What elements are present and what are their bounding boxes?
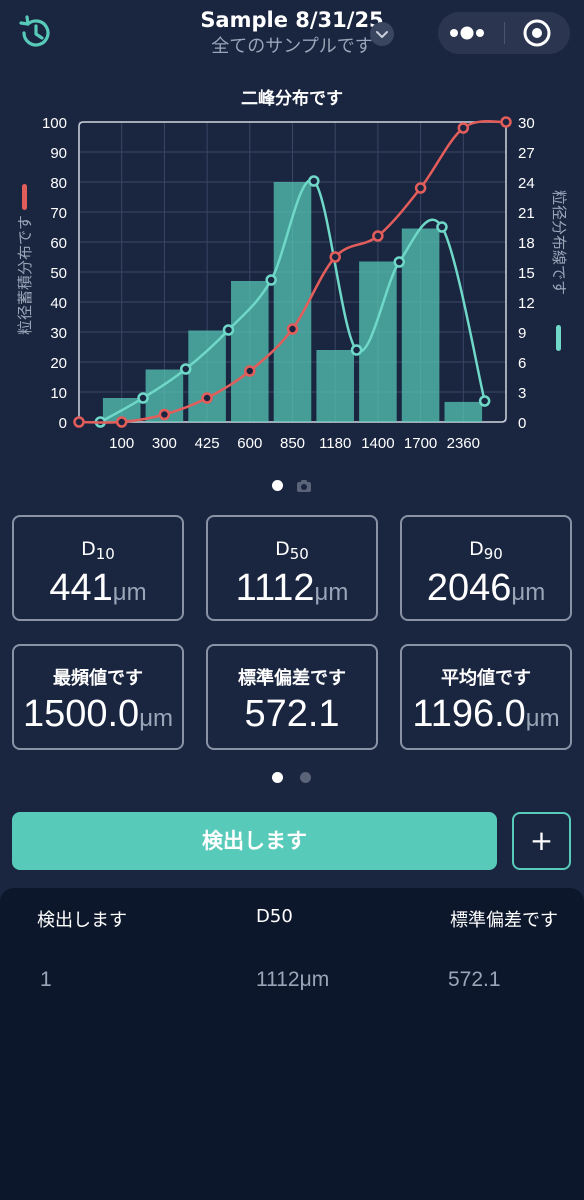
distribution-point — [137, 392, 149, 404]
table-cell-index: 1 — [40, 968, 52, 991]
std-card: 標準偏差です 572.1 — [206, 644, 378, 750]
header: Sample 8/31/25 全てのサンプルです — [0, 0, 584, 70]
left-axis-label: 粒径蓄積分布です — [16, 215, 34, 335]
left-tick-label: 20 — [50, 355, 67, 372]
left-tick-label: 60 — [50, 235, 67, 252]
target-icon[interactable] — [504, 12, 570, 54]
left-tick-label: 30 — [50, 325, 67, 342]
x-tick-label: 100 — [109, 435, 134, 452]
mode-value: 1500.0μm — [22, 693, 174, 735]
cumulative-point — [158, 408, 171, 421]
right-tick-label: 0 — [518, 415, 526, 432]
right-tick-label: 30 — [518, 115, 535, 132]
bar — [231, 281, 269, 422]
d10-value: 441μm — [49, 567, 147, 609]
distribution-point — [308, 175, 320, 187]
distribution-point — [478, 395, 491, 407]
right-tick-label: 6 — [518, 355, 526, 372]
mean-card: 平均値です 1196.0μm — [400, 644, 572, 750]
right-tick-label: 9 — [518, 325, 526, 342]
camera-icon[interactable] — [296, 478, 312, 497]
left-tick-label: 0 — [59, 415, 67, 432]
x-tick-label: 2360 — [447, 435, 480, 452]
distribution-point — [180, 363, 192, 375]
distribution-chart: 0 10 20 30 40 50 60 70 80 90 100 0 3 6 9 12 15 18 21 24 27 30… — [16, 115, 568, 452]
right-legend-marker — [556, 325, 561, 351]
bar — [401, 228, 440, 422]
cumulative-point — [457, 122, 470, 134]
d90-card: D90 2046μm — [400, 515, 572, 621]
d50-card: D50 1112μm — [206, 515, 378, 621]
mode-label: 最頻値です — [53, 668, 143, 689]
pager-dot-active[interactable] — [272, 480, 283, 491]
left-legend-marker — [22, 184, 27, 210]
x-tick-label: 1700 — [404, 435, 437, 452]
std-label: 標準偏差です — [238, 668, 346, 689]
mean-label: 平均値です — [441, 668, 531, 689]
results-panel: 検出します D50 標準偏差です 1 1112μm 572.1 — [0, 888, 584, 1200]
x-tick-label: 300 — [152, 435, 177, 452]
mini-program-capsule — [438, 12, 570, 54]
stats-pager-dot-active[interactable] — [272, 772, 283, 783]
cumulative-point — [500, 116, 512, 128]
d90-value: 2046μm — [426, 567, 546, 609]
d10-card: D10 441μm — [12, 515, 184, 621]
right-tick-label: 27 — [518, 145, 535, 162]
mean-value: 1196.0μm — [412, 693, 560, 735]
x-tick-label: 850 — [280, 435, 305, 452]
d50-label: D50 — [275, 538, 309, 563]
left-tick-label: 70 — [50, 205, 67, 222]
right-tick-label: 21 — [518, 205, 535, 222]
cumulative-point — [329, 251, 341, 263]
detect-button[interactable]: 検出します — [12, 812, 497, 870]
d10-label: D10 — [81, 538, 115, 563]
bar — [444, 401, 483, 422]
cumulative-point — [286, 323, 299, 335]
cumulative-point — [73, 416, 85, 428]
more-icon[interactable] — [438, 12, 504, 54]
table-header-std: 標準偏差です — [450, 910, 558, 931]
table-header-d50: D50 — [256, 906, 293, 927]
chevron-down-icon[interactable] — [370, 22, 394, 46]
bar — [359, 261, 397, 422]
add-button[interactable]: + — [512, 812, 571, 870]
bar — [188, 330, 226, 422]
table-cell-std: 572.1 — [448, 968, 501, 991]
left-tick-label: 40 — [50, 295, 67, 312]
mode-card: 最頻値です 1500.0μm — [12, 644, 184, 750]
cumulative-point — [372, 230, 384, 242]
left-tick-label: 90 — [50, 145, 67, 162]
stats-pager-dot-inactive[interactable] — [300, 772, 311, 783]
left-tick-label: 100 — [42, 115, 67, 132]
x-tick-label: 1400 — [361, 435, 394, 452]
cumulative-point — [201, 392, 213, 404]
left-tick-label: 10 — [50, 385, 67, 402]
distribution-point — [350, 344, 363, 356]
d50-value: 1112μm — [235, 567, 349, 609]
right-tick-label: 15 — [518, 265, 535, 282]
x-tick-label: 600 — [237, 435, 262, 452]
left-tick-label: 80 — [50, 175, 67, 192]
distribution-point — [436, 221, 448, 233]
left-tick-label: 50 — [50, 265, 67, 282]
right-tick-label: 12 — [518, 295, 535, 312]
cumulative-point — [244, 365, 256, 377]
right-tick-label: 18 — [518, 235, 535, 252]
distribution-point — [222, 324, 235, 336]
right-tick-label: 24 — [518, 175, 535, 192]
cumulative-point — [115, 416, 128, 428]
cumulative-point — [414, 182, 427, 194]
chart-pager — [0, 478, 584, 494]
right-axis-label: 粒径分布線です — [550, 190, 568, 295]
table-header-detect: 検出します — [37, 910, 127, 931]
distribution-point — [265, 274, 277, 286]
std-value: 572.1 — [244, 693, 340, 735]
d90-label: D90 — [469, 538, 503, 563]
distribution-point — [393, 256, 405, 268]
x-tick-label: 425 — [195, 435, 220, 452]
right-tick-label: 3 — [518, 385, 526, 402]
table-cell-d50: 1112μm — [256, 968, 330, 991]
bar — [316, 350, 354, 422]
x-tick-label: 1180 — [319, 435, 351, 452]
